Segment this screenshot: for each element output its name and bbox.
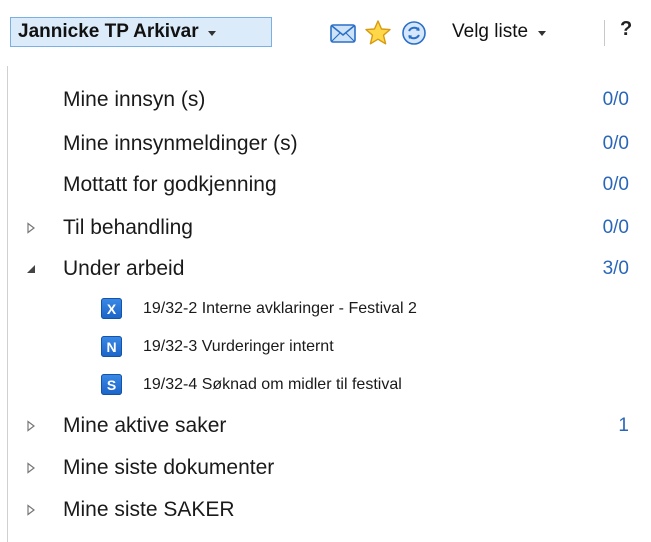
mail-icon[interactable] <box>329 19 357 47</box>
chevron-down-icon <box>207 30 216 36</box>
document-title: 19/32-3 Vurderinger internt <box>143 337 334 355</box>
list-selector-dropdown[interactable]: Velg liste <box>452 18 547 46</box>
list-item-label: Mine siste SAKER <box>63 498 235 521</box>
list-item-label: Mine siste dokumenter <box>63 456 275 479</box>
document-title: 19/32-2 Interne avklaringer - Festival 2 <box>143 299 417 317</box>
document-row[interactable]: S 19/32-4 Søknad om midler til festival <box>0 369 651 400</box>
list-item-label: Under arbeid <box>63 257 185 280</box>
list-item-mine-innsyn[interactable]: Mine innsyn (s) 0/0 <box>0 81 651 119</box>
list-item-count: 0/0 <box>602 133 629 154</box>
list-item-mine-siste-dokumenter[interactable]: Mine siste dokumenter <box>0 449 651 487</box>
list-item-count: 3/0 <box>602 258 629 279</box>
toolbar-separator <box>604 20 605 46</box>
list-item-label: Mottatt for godkjenning <box>63 173 277 196</box>
list-item-count: 0/0 <box>602 89 629 110</box>
refresh-icon[interactable] <box>400 19 428 47</box>
list-item-label: Mine aktive saker <box>63 414 227 437</box>
list-item-count: 0/0 <box>602 217 629 238</box>
list-item-count: 1 <box>618 415 629 436</box>
star-icon[interactable] <box>364 19 392 47</box>
user-dropdown-button[interactable]: Jannicke TP Arkivar <box>10 17 272 47</box>
toolbar: Jannicke TP Arkivar Velg liste ? <box>0 0 651 66</box>
collapse-arrow-icon[interactable] <box>25 263 37 275</box>
list-item-mine-aktive-saker[interactable]: Mine aktive saker 1 <box>0 407 651 445</box>
expand-arrow-icon[interactable] <box>25 462 37 474</box>
document-type-icon: X <box>101 298 122 319</box>
list-item-under-arbeid[interactable]: Under arbeid 3/0 <box>0 250 651 288</box>
list-item-count: 0/0 <box>602 174 629 195</box>
list-item-label: Til behandling <box>63 216 193 239</box>
user-dropdown-label: Jannicke TP Arkivar <box>18 21 199 42</box>
document-type-icon: N <box>101 336 122 357</box>
document-type-icon: S <box>101 374 122 395</box>
document-row[interactable]: X 19/32-2 Interne avklaringer - Festival… <box>0 293 651 324</box>
list-item-mottatt-for-godkjenning[interactable]: Mottatt for godkjenning 0/0 <box>0 166 651 204</box>
document-row[interactable]: N 19/32-3 Vurderinger internt <box>0 331 651 362</box>
document-title: 19/32-4 Søknad om midler til festival <box>143 375 402 393</box>
list-item-label: Mine innsynmeldinger (s) <box>63 132 298 155</box>
expand-arrow-icon[interactable] <box>25 504 37 516</box>
list-item-til-behandling[interactable]: Til behandling 0/0 <box>0 209 651 247</box>
chevron-down-icon <box>538 30 547 36</box>
expand-arrow-icon[interactable] <box>25 222 37 234</box>
list-item-mine-siste-saker[interactable]: Mine siste SAKER <box>0 491 651 529</box>
list-item-label: Mine innsyn (s) <box>63 88 206 111</box>
list-item-mine-innsynmeldinger[interactable]: Mine innsynmeldinger (s) 0/0 <box>0 125 651 163</box>
help-button[interactable]: ? <box>620 18 632 41</box>
list-selector-label: Velg liste <box>452 21 529 42</box>
expand-arrow-icon[interactable] <box>25 420 37 432</box>
